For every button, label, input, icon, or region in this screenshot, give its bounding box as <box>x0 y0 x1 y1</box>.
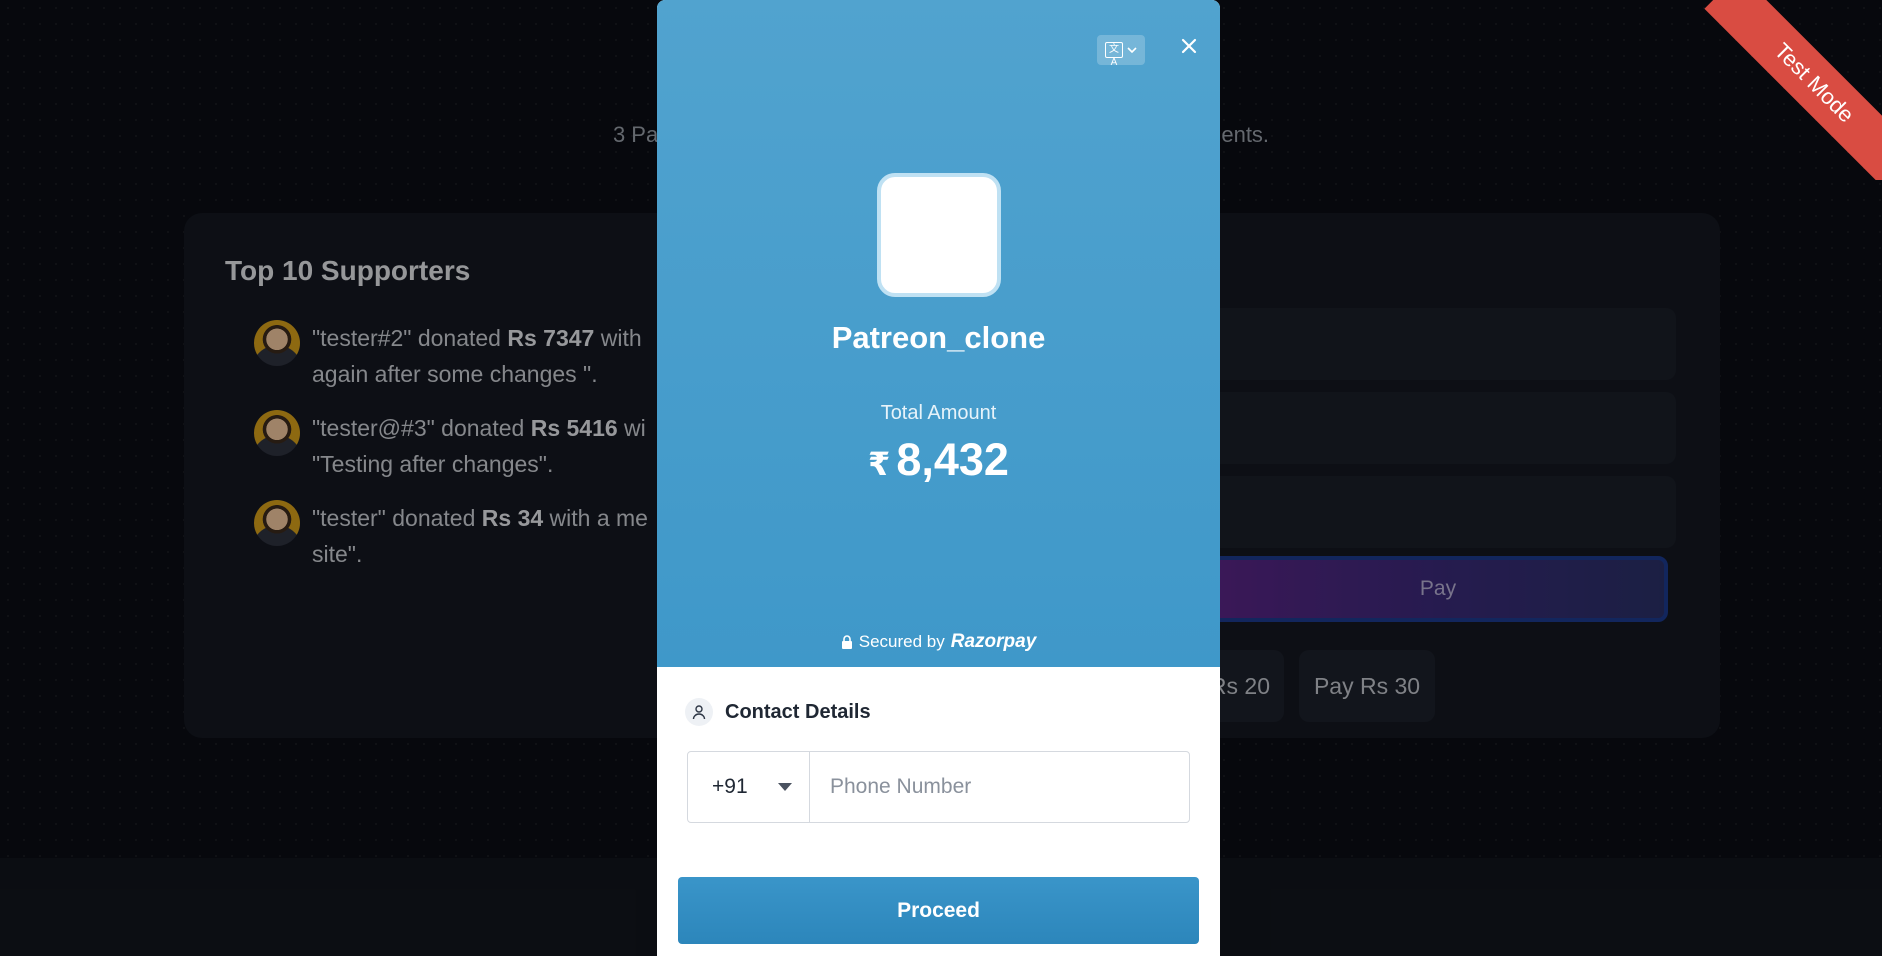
merchant-name: Patreon_clone <box>831 320 1046 355</box>
country-code-select[interactable]: +91 <box>688 752 810 822</box>
proceed-button[interactable]: Proceed <box>678 877 1199 944</box>
chevron-down-icon <box>1127 47 1137 54</box>
contact-details-header: Contact Details <box>685 698 871 726</box>
merchant-logo <box>877 173 1001 297</box>
phone-field-group: +91 <box>687 751 1190 823</box>
close-icon[interactable] <box>1175 33 1203 61</box>
secured-by-label: Secured by <box>858 632 945 651</box>
total-amount: ₹8,432 <box>657 434 1220 486</box>
amount-value: 8,432 <box>896 434 1009 485</box>
test-mode-label: Test Mode <box>1704 0 1882 180</box>
translate-icon: 文A <box>1105 42 1123 68</box>
person-icon <box>685 698 713 726</box>
currency-symbol: ₹ <box>868 446 891 482</box>
test-mode-ribbon: Test Mode <box>1702 0 1882 180</box>
total-label: Total Amount <box>880 402 997 424</box>
contact-details-title: Contact Details <box>725 700 871 723</box>
secured-by: Secured by Razorpay <box>657 631 1220 653</box>
caret-down-icon <box>777 783 792 791</box>
lock-icon <box>841 635 852 649</box>
razorpay-logo: Razorpay <box>950 631 1037 652</box>
country-code-value: +91 <box>712 775 748 798</box>
checkout-modal: 文A Patreon_clone Total Amount ₹8,432 Sec… <box>657 0 1220 956</box>
checkout-header: 文A Patreon_clone Total Amount ₹8,432 Sec… <box>657 0 1220 667</box>
language-button[interactable]: 文A <box>1097 35 1145 68</box>
phone-number-input[interactable] <box>810 752 1189 822</box>
